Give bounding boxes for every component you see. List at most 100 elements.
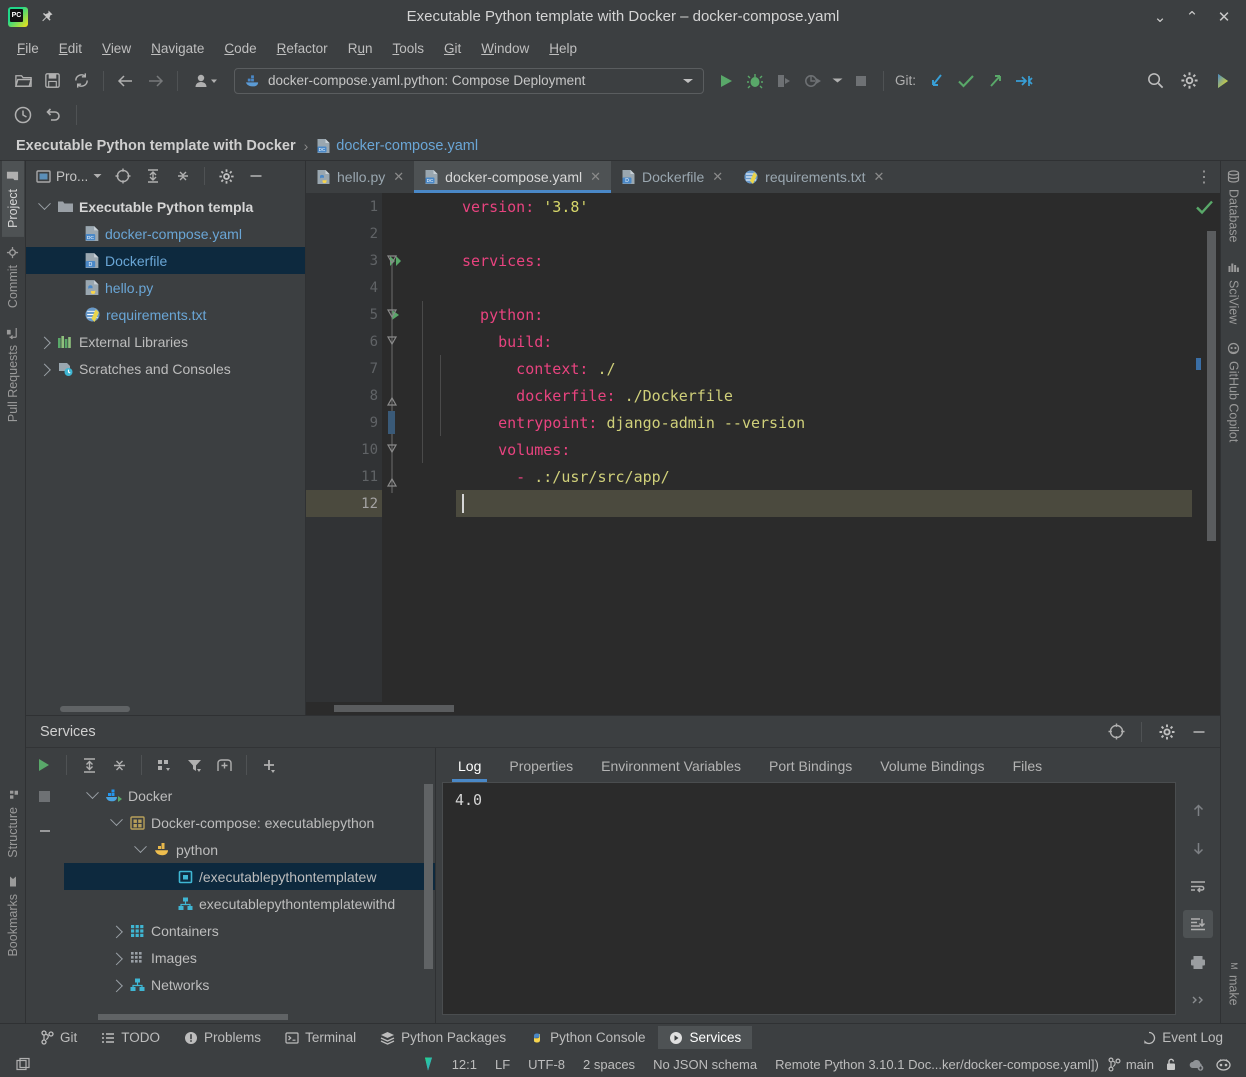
- soft-wrap-icon[interactable]: [1183, 872, 1213, 900]
- tree-item-requirements[interactable]: requirements.txt: [26, 301, 305, 328]
- services-tree-horizontal-scrollbar[interactable]: [26, 1011, 435, 1023]
- editor-vertical-scrollbar[interactable]: [1207, 231, 1216, 541]
- chevron-right-icon[interactable]: [108, 952, 124, 966]
- sidebar-item-make[interactable]: M make: [1223, 948, 1245, 1015]
- git-rollback-icon[interactable]: [1011, 68, 1037, 94]
- tab-port-bindings[interactable]: Port Bindings: [755, 758, 866, 782]
- tree-item-external-libraries[interactable]: External Libraries: [26, 328, 305, 355]
- code-line[interactable]: services:: [456, 247, 1192, 274]
- cloud-icon[interactable]: [1188, 1057, 1205, 1072]
- chevron-down-icon[interactable]: [36, 197, 52, 211]
- synchronize-icon[interactable]: [68, 68, 94, 94]
- menu-refactor[interactable]: Refactor: [268, 38, 337, 59]
- tab-log[interactable]: Log: [444, 758, 495, 782]
- open-project-icon[interactable]: [10, 68, 36, 94]
- breadcrumb-project[interactable]: Executable Python template with Docker: [16, 138, 296, 154]
- undo-icon[interactable]: [40, 102, 66, 128]
- tab-environment-variables[interactable]: Environment Variables: [587, 758, 755, 782]
- services-tree[interactable]: Docker Docker-compose: executablepython: [64, 782, 435, 1011]
- tree-item-docker-compose[interactable]: DC docker-compose.yaml: [26, 220, 305, 247]
- bottom-item-python-console[interactable]: Python Console: [519, 1026, 656, 1049]
- chevron-down-icon[interactable]: [84, 786, 100, 800]
- chevron-down-icon[interactable]: [132, 840, 148, 854]
- editor-gutter[interactable]: 1 2 3 4 5 6 7 8 9 10 11 12: [306, 193, 401, 702]
- menu-tools[interactable]: Tools: [383, 38, 433, 59]
- code-line[interactable]: entrypoint: django-admin --version: [456, 409, 1192, 436]
- hide-project-panel-icon[interactable]: [243, 163, 269, 189]
- close-icon[interactable]: ✕: [590, 169, 601, 185]
- sidebar-item-sciview[interactable]: SciView: [1223, 252, 1245, 333]
- code-line[interactable]: [456, 274, 1192, 301]
- chevron-down-icon[interactable]: [682, 77, 694, 85]
- tree-item-hello-py[interactable]: hello.py: [26, 274, 305, 301]
- chevron-right-icon[interactable]: [36, 363, 52, 377]
- bottom-item-problems[interactable]: Problems: [173, 1026, 272, 1049]
- maximize-button[interactable]: ⌃: [1184, 9, 1200, 25]
- breadcrumb-file[interactable]: docker-compose.yaml: [336, 138, 478, 154]
- code-line[interactable]: - .:/usr/src/app/: [456, 463, 1192, 490]
- tab-hello-py[interactable]: hello.py ✕: [306, 161, 414, 193]
- sidebar-item-project[interactable]: Project: [1, 161, 24, 237]
- code-line[interactable]: python:: [456, 301, 1192, 328]
- code-line[interactable]: build:: [456, 328, 1192, 355]
- services-add-tab-icon[interactable]: [210, 752, 238, 778]
- menu-navigate[interactable]: Navigate: [142, 38, 213, 59]
- indent-setting[interactable]: 2 spaces: [574, 1057, 644, 1072]
- save-all-icon[interactable]: [39, 68, 65, 94]
- pin-icon[interactable]: [38, 9, 54, 25]
- tab-volume-bindings[interactable]: Volume Bindings: [866, 758, 998, 782]
- menu-run[interactable]: Run: [339, 38, 382, 59]
- tab-requirements-txt[interactable]: requirements.txt ✕: [733, 161, 894, 193]
- collapse-all-icon[interactable]: [170, 163, 196, 189]
- services-node-compose[interactable]: Docker-compose: executablepython: [64, 809, 435, 836]
- debug-button[interactable]: [742, 68, 768, 94]
- sidebar-item-bookmarks[interactable]: Bookmarks: [2, 867, 24, 966]
- menu-file[interactable]: File: [8, 38, 48, 59]
- close-icon[interactable]: ✕: [712, 169, 723, 185]
- chevron-right-icon[interactable]: [108, 925, 124, 939]
- profile-switcher-icon[interactable]: [187, 68, 225, 94]
- services-hide-side-icon[interactable]: [32, 818, 58, 844]
- bottom-item-todo[interactable]: TODO: [90, 1026, 171, 1049]
- stop-button[interactable]: [848, 68, 874, 94]
- tab-files[interactable]: Files: [999, 758, 1057, 782]
- editor-right-gutter[interactable]: [1192, 193, 1220, 702]
- close-icon[interactable]: ✕: [874, 169, 885, 185]
- fold-gutter[interactable]: [382, 193, 402, 702]
- chevron-right-icon[interactable]: [36, 336, 52, 350]
- run-with-coverage-button[interactable]: [771, 68, 797, 94]
- menu-code[interactable]: Code: [215, 38, 265, 59]
- up-icon[interactable]: [1183, 796, 1213, 824]
- print-icon[interactable]: [1183, 948, 1213, 976]
- sidebar-item-database[interactable]: Database: [1223, 161, 1245, 252]
- services-stop-icon[interactable]: [32, 784, 58, 810]
- services-tree-vertical-scrollbar[interactable]: [424, 784, 433, 969]
- git-commit-icon[interactable]: [953, 68, 979, 94]
- menu-git[interactable]: Git: [435, 38, 470, 59]
- services-target-icon[interactable]: [1103, 719, 1129, 745]
- menu-help[interactable]: Help: [540, 38, 586, 59]
- settings-gear-icon[interactable]: [1176, 68, 1202, 94]
- code-line[interactable]: context: ./: [456, 355, 1192, 382]
- overflow-icon[interactable]: [1183, 986, 1213, 1014]
- copilot-status-icon[interactable]: [1215, 1057, 1232, 1072]
- services-hide-icon[interactable]: [1186, 719, 1212, 745]
- sidebar-item-github-copilot[interactable]: GitHub Copilot: [1223, 333, 1245, 451]
- close-button[interactable]: ✕: [1216, 9, 1232, 25]
- code-line[interactable]: version: '3.8': [456, 193, 1192, 220]
- editor-horizontal-scrollbar[interactable]: [306, 702, 1220, 715]
- lock-icon[interactable]: [1164, 1057, 1178, 1072]
- bottom-item-git[interactable]: Git: [30, 1026, 88, 1049]
- down-icon[interactable]: [1183, 834, 1213, 862]
- services-settings-gear-icon[interactable]: [1154, 719, 1180, 745]
- code-line[interactable]: [456, 220, 1192, 247]
- tree-item-scratches[interactable]: Scratches and Consoles: [26, 355, 305, 382]
- editor-code[interactable]: version: '3.8' services: python: build: …: [382, 193, 1192, 702]
- services-log-output[interactable]: 4.0: [442, 782, 1176, 1015]
- tree-item-root[interactable]: Executable Python templa: [26, 193, 305, 220]
- inspections-widget-icon[interactable]: [416, 1056, 443, 1072]
- expand-all-icon[interactable]: [140, 163, 166, 189]
- tab-properties[interactable]: Properties: [495, 758, 587, 782]
- menu-edit[interactable]: Edit: [50, 38, 91, 59]
- bottom-item-python-packages[interactable]: Python Packages: [369, 1026, 517, 1049]
